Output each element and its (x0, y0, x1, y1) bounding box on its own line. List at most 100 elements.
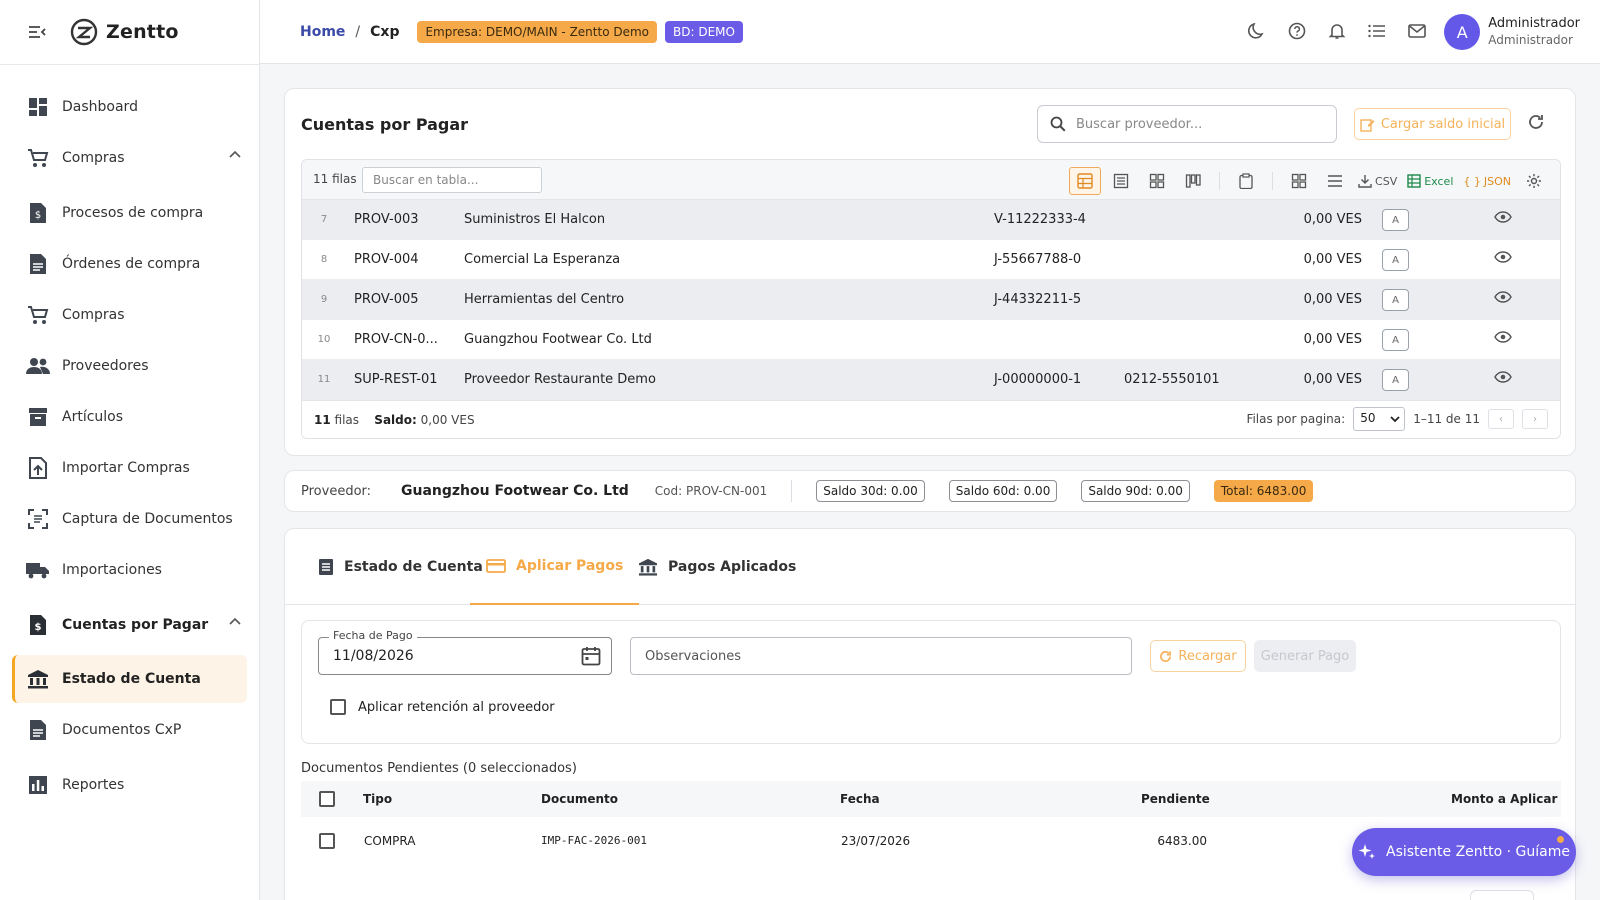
sparkle-icon (1358, 843, 1376, 861)
task-list-icon[interactable] (1366, 20, 1388, 42)
retention-checkbox[interactable] (330, 699, 346, 715)
user-menu[interactable]: A Administrador Administrador (1444, 14, 1580, 50)
dark-mode-icon[interactable] (1246, 20, 1268, 42)
next-page-button[interactable]: › (1522, 409, 1548, 429)
mail-icon[interactable] (1406, 20, 1428, 42)
empresa-badge[interactable]: Empresa: DEMO/MAIN - Zentto Demo (417, 20, 658, 43)
sidebar-item-label: Compras (62, 307, 125, 323)
generate-payment-button[interactable]: Generar Pago (1254, 640, 1356, 672)
cell-name: Suministros El Halcon (464, 212, 606, 227)
app-logo[interactable]: Zentto (70, 18, 179, 46)
apply-amount-input[interactable] (1470, 890, 1534, 900)
csv-label: CSV (1375, 174, 1398, 188)
notification-dot (1557, 836, 1564, 843)
tab-label: Pagos Aplicados (668, 559, 797, 575)
header-pendiente[interactable]: Pendiente (1141, 792, 1210, 806)
table-row[interactable]: 10 PROV-CN-0... Guangzhou Footwear Co. L… (302, 320, 1560, 360)
cell-rif: J-00000000-1 (994, 372, 1082, 387)
header-tipo[interactable]: Tipo (363, 792, 392, 806)
reload-button[interactable]: Recargar (1150, 640, 1246, 672)
export-excel-button[interactable]: Excel (1404, 167, 1456, 195)
table-row[interactable]: 7 PROV-003 Suministros El Halcon V-11222… (302, 200, 1560, 240)
search-proveedor-input[interactable]: Buscar proveedor... (1037, 105, 1337, 143)
logo-icon (70, 18, 98, 46)
collapse-menu-icon[interactable] (26, 21, 48, 43)
avatar[interactable]: A (1444, 14, 1481, 50)
retention-checkbox-row[interactable]: Aplicar retención al proveedor (330, 699, 555, 715)
sidebar-item-estado-de-cuenta[interactable]: Estado de Cuenta (12, 655, 247, 703)
table-view-icon[interactable] (1069, 167, 1102, 195)
sidebar-item-documentos-cxp[interactable]: Documentos CxP (12, 707, 247, 753)
export-csv-button[interactable]: CSV (1355, 167, 1400, 195)
row-checkbox[interactable] (319, 833, 335, 849)
proveedor-name: Guangzhou Footwear Co. Ltd (401, 483, 629, 499)
database-badge[interactable]: BD: DEMO (665, 20, 743, 43)
cell-name: Comercial La Esperanza (464, 252, 621, 267)
select-all-checkbox[interactable] (319, 791, 335, 807)
toolbar-divider (1272, 172, 1274, 190)
sidebar-item-compras-group[interactable]: Compras (12, 135, 247, 181)
sidebar-item-label: Reportes (62, 777, 125, 793)
svg-text:$: $ (35, 622, 42, 633)
view-eye-icon[interactable] (1494, 251, 1512, 263)
calendar-icon[interactable] (581, 646, 601, 666)
grid-search-input[interactable]: Buscar en tabla... (362, 167, 542, 193)
chevron-up-icon (229, 617, 241, 625)
sidebar-item-ordenes-compra[interactable]: Órdenes de compra (12, 241, 247, 287)
sidebar-item-procesos-compra[interactable]: $ Procesos de compra (12, 190, 247, 236)
cell-code: PROV-005 (354, 292, 419, 307)
sidebar-item-cuentas-por-pagar-group[interactable]: $ Cuentas por Pagar (12, 602, 247, 648)
header-monto[interactable]: Monto a Aplicar (1451, 792, 1557, 806)
notifications-icon[interactable] (1326, 20, 1348, 42)
cell-tipo: COMPRA (364, 834, 416, 848)
table-row[interactable]: 9 PROV-005 Herramientas del Centro J-443… (302, 280, 1560, 320)
refresh-icon[interactable] (1527, 113, 1545, 131)
tab-aplicar-pagos[interactable]: Aplicar Pagos (470, 529, 640, 605)
density-icon[interactable] (1319, 167, 1351, 195)
columns-icon[interactable] (1283, 167, 1315, 195)
sidebar-item-articulos[interactable]: Artículos (12, 394, 247, 440)
assistant-fab-button[interactable]: Asistente Zentto · Guíame (1352, 828, 1576, 876)
sidebar-item-captura-documentos[interactable]: Captura de Documentos (12, 496, 247, 542)
table-row[interactable]: 8 PROV-004 Comercial La Esperanza J-5566… (302, 240, 1560, 280)
export-json-button[interactable]: { } JSON (1460, 167, 1514, 195)
load-initial-balance-button[interactable]: Cargar saldo inicial (1354, 108, 1511, 140)
sidebar-item-compras[interactable]: Compras (12, 292, 247, 338)
sidebar-header: Zentto (0, 0, 259, 65)
total-badge: Total: 6483.00 (1213, 480, 1314, 502)
cell-name: Proveedor Restaurante Demo (464, 372, 656, 387)
payment-date-value: 11/08/2026 (333, 648, 414, 664)
clipboard-icon[interactable] (1230, 167, 1262, 195)
row-number: 10 (317, 334, 331, 345)
payment-date-field[interactable]: Fecha de Pago 11/08/2026 (318, 629, 612, 675)
breadcrumb-home-link[interactable]: Home (300, 24, 345, 40)
table-row[interactable]: 11 SUP-REST-01 Proveedor Restaurante Dem… (302, 360, 1560, 400)
view-eye-icon[interactable] (1494, 371, 1512, 383)
sidebar-item-label: Procesos de compra (62, 205, 204, 221)
kanban-view-icon[interactable] (1177, 167, 1209, 195)
tab-pagos-aplicados[interactable]: Pagos Aplicados (622, 529, 812, 605)
observaciones-input[interactable]: Observaciones (630, 637, 1132, 675)
breadcrumb-separator: / (355, 23, 361, 40)
view-eye-icon[interactable] (1494, 211, 1512, 223)
view-eye-icon[interactable] (1494, 331, 1512, 343)
bank-icon (26, 667, 50, 691)
sidebar-item-proveedores[interactable]: Proveedores (12, 343, 247, 389)
rows-per-page-select[interactable]: 50 (1353, 407, 1406, 431)
settings-gear-icon[interactable] (1518, 167, 1550, 195)
cell-code: PROV-CN-0... (354, 332, 438, 347)
sidebar-item-dashboard[interactable]: Dashboard (12, 84, 247, 130)
row-number: 9 (320, 294, 328, 305)
view-eye-icon[interactable] (1494, 291, 1512, 303)
sidebar-item-reportes[interactable]: Reportes (12, 762, 247, 808)
card-view-icon[interactable] (1141, 167, 1173, 195)
grid-summary: 11 filas Saldo: 0,00 VES (314, 413, 475, 427)
header-fecha[interactable]: Fecha (840, 792, 880, 806)
list-view-icon[interactable] (1105, 167, 1137, 195)
help-icon[interactable] (1286, 20, 1308, 42)
sidebar-item-importar-compras[interactable]: Importar Compras (12, 445, 247, 491)
header-documento[interactable]: Documento (541, 792, 618, 806)
sidebar-item-importaciones[interactable]: Importaciones (12, 547, 247, 593)
prev-page-button[interactable]: ‹ (1488, 409, 1514, 429)
sidebar-item-label: Dashboard (62, 99, 138, 115)
